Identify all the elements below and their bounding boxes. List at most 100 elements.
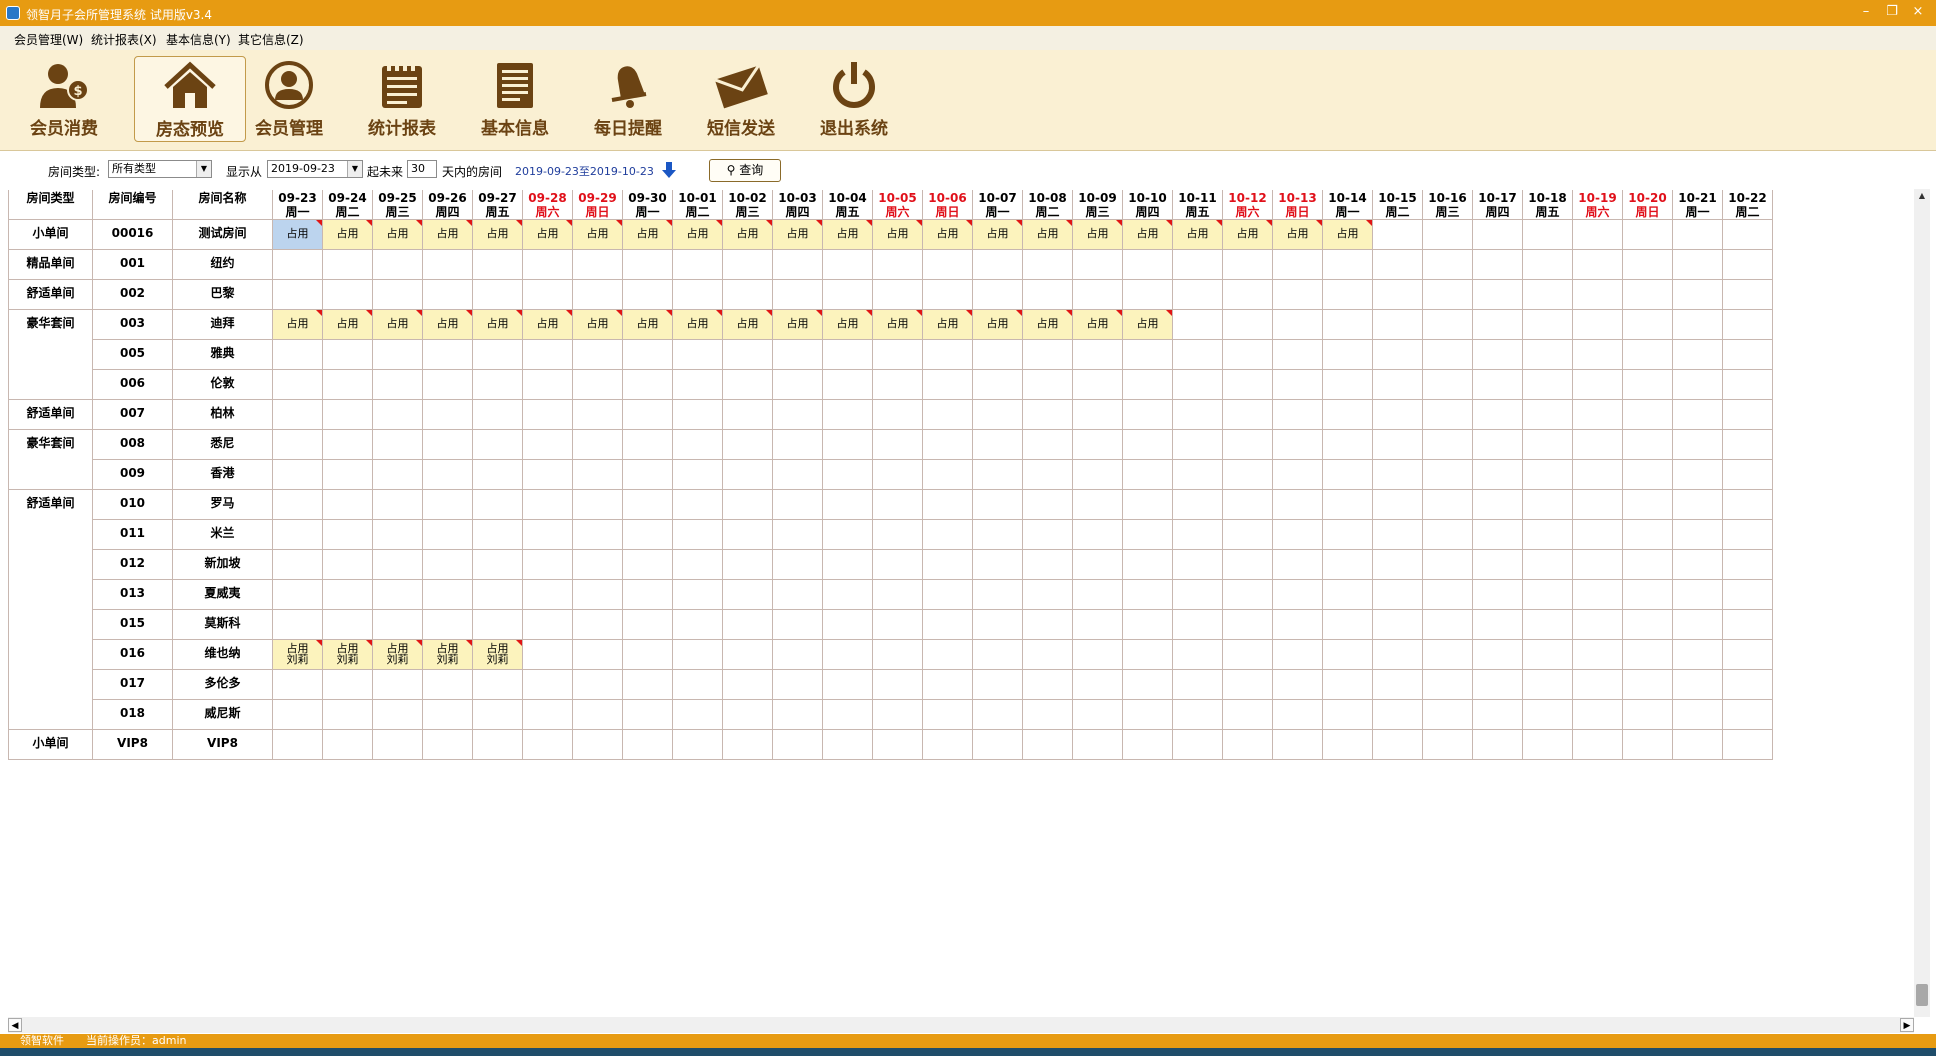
day-cell[interactable] — [1673, 580, 1723, 610]
day-cell[interactable] — [1523, 520, 1573, 550]
day-cell[interactable] — [723, 490, 773, 520]
day-cell[interactable] — [1723, 220, 1773, 250]
day-cell[interactable] — [523, 670, 573, 700]
day-cell[interactable] — [373, 250, 423, 280]
day-cell[interactable] — [1273, 700, 1323, 730]
day-cell[interactable] — [1123, 640, 1173, 670]
day-cell[interactable] — [1523, 730, 1573, 760]
day-cell[interactable] — [623, 400, 673, 430]
day-cell[interactable] — [923, 280, 973, 310]
day-cell[interactable] — [1073, 340, 1123, 370]
day-cell[interactable] — [373, 520, 423, 550]
day-cell[interactable] — [1623, 730, 1673, 760]
day-cell[interactable] — [1573, 370, 1623, 400]
day-cell[interactable] — [1073, 520, 1123, 550]
close-button[interactable]: × — [1910, 4, 1926, 20]
day-cell[interactable] — [323, 490, 373, 520]
day-cell[interactable] — [923, 460, 973, 490]
day-cell[interactable] — [1223, 670, 1273, 700]
day-cell[interactable] — [1173, 400, 1223, 430]
day-cell[interactable] — [1223, 700, 1273, 730]
day-cell[interactable] — [923, 610, 973, 640]
day-cell[interactable] — [623, 640, 673, 670]
occupied-cell[interactable]: 占用 — [623, 310, 673, 340]
occupied-cell[interactable]: 占用 — [1023, 310, 1073, 340]
day-cell[interactable] — [1673, 670, 1723, 700]
day-cell[interactable] — [1123, 340, 1173, 370]
day-cell[interactable] — [1473, 430, 1523, 460]
day-cell[interactable] — [1473, 400, 1523, 430]
day-cell[interactable] — [1573, 250, 1623, 280]
day-cell[interactable] — [1573, 280, 1623, 310]
day-cell[interactable] — [1023, 340, 1073, 370]
day-cell[interactable] — [473, 430, 523, 460]
day-cell[interactable] — [1223, 310, 1273, 340]
day-cell[interactable] — [1273, 550, 1323, 580]
day-cell[interactable] — [1323, 580, 1373, 610]
day-cell[interactable] — [1373, 280, 1423, 310]
day-cell[interactable] — [1573, 520, 1623, 550]
day-cell[interactable] — [1623, 280, 1673, 310]
scroll-right-icon[interactable]: ▶ — [1900, 1018, 1914, 1032]
day-cell[interactable] — [1173, 340, 1223, 370]
day-cell[interactable] — [473, 370, 523, 400]
day-cell[interactable] — [1723, 250, 1773, 280]
day-cell[interactable] — [1073, 580, 1123, 610]
day-cell[interactable] — [923, 640, 973, 670]
day-cell[interactable] — [1373, 370, 1423, 400]
occupied-cell[interactable]: 占用 — [823, 310, 873, 340]
day-cell[interactable] — [373, 580, 423, 610]
day-cell[interactable] — [823, 730, 873, 760]
day-cell[interactable] — [1373, 640, 1423, 670]
day-cell[interactable] — [1723, 430, 1773, 460]
day-cell[interactable] — [973, 640, 1023, 670]
day-cell[interactable] — [473, 580, 523, 610]
occupied-cell[interactable]: 占用 — [373, 310, 423, 340]
day-cell[interactable] — [823, 670, 873, 700]
day-cell[interactable] — [1373, 670, 1423, 700]
day-cell[interactable] — [923, 340, 973, 370]
day-cell[interactable] — [473, 520, 523, 550]
day-cell[interactable] — [1673, 460, 1723, 490]
day-cell[interactable] — [1573, 430, 1623, 460]
day-cell[interactable] — [1173, 430, 1223, 460]
day-cell[interactable] — [523, 640, 573, 670]
day-cell[interactable] — [723, 580, 773, 610]
day-cell[interactable] — [1173, 310, 1223, 340]
day-cell[interactable] — [1373, 310, 1423, 340]
day-cell[interactable] — [273, 250, 323, 280]
day-cell[interactable] — [1473, 280, 1523, 310]
day-cell[interactable] — [1173, 250, 1223, 280]
day-cell[interactable] — [573, 610, 623, 640]
day-cell[interactable] — [273, 370, 323, 400]
day-cell[interactable] — [1223, 460, 1273, 490]
days-input[interactable]: 30 — [407, 160, 437, 178]
occupied-cell[interactable]: 占用 — [423, 220, 473, 250]
day-cell[interactable] — [1723, 550, 1773, 580]
occupied-cell[interactable]: 占用 刘莉 — [273, 640, 323, 670]
day-cell[interactable] — [1723, 520, 1773, 550]
day-cell[interactable] — [1273, 460, 1323, 490]
day-cell[interactable] — [373, 700, 423, 730]
day-cell[interactable] — [1123, 670, 1173, 700]
day-cell[interactable] — [1173, 610, 1223, 640]
day-cell[interactable] — [1423, 520, 1473, 550]
day-cell[interactable] — [273, 610, 323, 640]
day-cell[interactable] — [773, 280, 823, 310]
day-cell[interactable] — [273, 670, 323, 700]
day-cell[interactable] — [1223, 640, 1273, 670]
day-cell[interactable] — [1523, 370, 1573, 400]
day-cell[interactable] — [823, 280, 873, 310]
day-cell[interactable] — [1323, 700, 1373, 730]
day-cell[interactable] — [423, 550, 473, 580]
day-cell[interactable] — [1623, 640, 1673, 670]
day-cell[interactable] — [573, 460, 623, 490]
day-cell[interactable] — [1423, 550, 1473, 580]
day-cell[interactable] — [423, 370, 473, 400]
day-cell[interactable] — [1473, 580, 1523, 610]
day-cell[interactable] — [1673, 430, 1723, 460]
day-cell[interactable] — [1273, 520, 1323, 550]
day-cell[interactable] — [1323, 520, 1373, 550]
day-cell[interactable] — [1573, 640, 1623, 670]
day-cell[interactable] — [1423, 670, 1473, 700]
